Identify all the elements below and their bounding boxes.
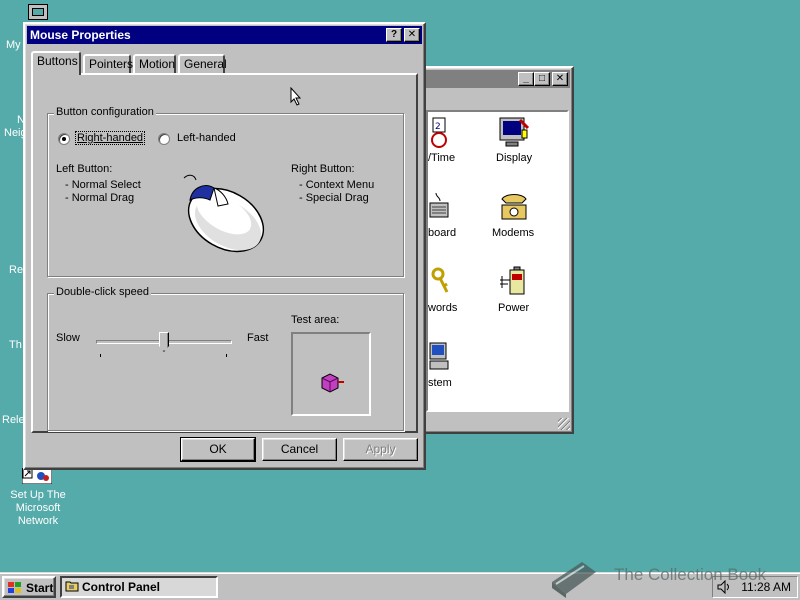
minimize-icon: _ [523, 73, 529, 84]
watermark: The Collection Book [548, 552, 798, 600]
left-button-heading: Left Button: [56, 163, 113, 175]
apply-button-label: Apply [365, 442, 396, 456]
cp-label-keyboard: board [428, 227, 457, 239]
right-button-item: - Special Drag [299, 192, 369, 204]
cp-label-date-time: /Time [428, 152, 456, 164]
dialog-title: Mouse Properties [30, 28, 131, 42]
ok-button-label: OK [209, 442, 227, 456]
left-button-item: - Normal Select [65, 179, 141, 191]
slow-label: Slow [56, 332, 80, 344]
left-button-item: - Normal Drag [65, 192, 135, 204]
right-button-item: - Context Menu [299, 179, 375, 191]
keyboard-icon [429, 192, 449, 218]
ok-button[interactable]: OK [180, 437, 256, 462]
dialog-titlebar[interactable]: Mouse Properties ? ✕ [27, 26, 422, 44]
control-panel-window[interactable]: _ □ ✕ 2 /Time Display board Modems words… [420, 66, 574, 434]
display-icon [499, 117, 530, 147]
right-button-heading: Right Button: [291, 163, 355, 175]
double-click-speed-slider[interactable] [96, 332, 232, 357]
cancel-button[interactable]: Cancel [262, 438, 337, 461]
buttons-tab-panel: Button configuration Right-handed Left-h… [31, 73, 418, 433]
cp-label-power: Power [498, 302, 530, 314]
tab-general-label: General [184, 57, 227, 71]
control-panel-folder-icon [65, 581, 79, 592]
close-icon: ✕ [555, 73, 565, 84]
start-label: Start [26, 581, 54, 595]
tab-general[interactable]: General [178, 54, 227, 74]
maximize-button[interactable]: □ [534, 72, 550, 86]
desktop-label-re: Re [9, 264, 24, 276]
jack-in-the-box-icon [321, 373, 344, 393]
control-panel-content: 2 /Time Display board Modems words Power… [426, 110, 569, 412]
slider-tick [100, 354, 101, 357]
minimize-button[interactable]: _ [518, 72, 534, 86]
watermark-text: The Collection Book [614, 565, 767, 584]
book-logo-icon [552, 562, 596, 598]
power-battery-icon [500, 266, 525, 295]
date-time-icon: 2 [431, 117, 447, 148]
fast-label: Fast [247, 332, 269, 344]
desktop-label-rele: Rele [2, 414, 25, 426]
cancel-button-label: Cancel [280, 442, 319, 456]
my-computer-icon [28, 4, 48, 20]
start-button[interactable]: Start [2, 576, 56, 598]
modem-phone-icon [501, 194, 527, 220]
cp-label-system: stem [428, 377, 452, 389]
cp-label-modems: Modems [492, 227, 535, 239]
resize-grip[interactable] [558, 418, 570, 430]
dialog-close-button[interactable]: ✕ [404, 28, 420, 42]
help-icon: ? [390, 29, 398, 40]
desktop-label-th: Th [9, 339, 22, 351]
desktop-label-my: My [6, 39, 21, 51]
tab-motion-label: Motion [139, 57, 176, 71]
cp-label-passwords: words [428, 302, 458, 314]
mouse-cursor-icon [290, 87, 302, 106]
help-button[interactable]: ? [386, 28, 402, 42]
mouse-properties-dialog[interactable]: Mouse Properties ? ✕ Buttons Pointers Mo… [23, 22, 426, 470]
setup-network-label: Set Up The Microsoft Network [10, 489, 66, 527]
double-click-speed-title: Double-click speed [54, 286, 151, 298]
cp-label-display: Display [496, 152, 533, 164]
apply-button: Apply [343, 438, 418, 461]
taskbar-item-label: Control Panel [82, 580, 161, 594]
tab-buttons-label: Buttons [37, 54, 78, 68]
mouse-illustration-icon [183, 174, 265, 253]
button-configuration-title: Button configuration [54, 106, 156, 118]
close-button[interactable]: ✕ [552, 72, 568, 86]
tab-buttons[interactable]: Buttons [31, 51, 81, 75]
test-area-label: Test area: [291, 314, 340, 326]
double-click-speed-group: Double-click speed Slow Fast Test area: [47, 286, 404, 431]
left-handed-radio[interactable] [158, 133, 170, 145]
close-icon: ✕ [407, 29, 417, 40]
system-computer-icon [429, 342, 449, 370]
button-configuration-group: Button configuration Right-handed Left-h… [47, 106, 404, 277]
right-handed-radio[interactable] [58, 133, 70, 145]
svg-text:2: 2 [435, 122, 441, 132]
test-area-box[interactable] [291, 332, 371, 416]
msn-network-icon [21, 467, 53, 485]
maximize-icon: □ [538, 73, 546, 84]
slider-tick [226, 354, 227, 357]
radio-selected-dot [62, 137, 66, 141]
left-handed-label[interactable]: Left-handed [177, 132, 236, 144]
tab-pointers[interactable]: Pointers [83, 54, 134, 74]
right-handed-label[interactable]: Right-handed [74, 131, 146, 145]
tab-pointers-label: Pointers [89, 57, 134, 71]
control-panel-titlebar[interactable]: _ □ ✕ [424, 70, 570, 88]
slider-thumb[interactable] [159, 332, 169, 352]
passwords-keys-icon [431, 267, 449, 293]
windows-logo-icon [8, 582, 21, 593]
taskbar-item-control-panel[interactable]: Control Panel [60, 576, 218, 598]
tab-motion[interactable]: Motion [133, 54, 176, 74]
